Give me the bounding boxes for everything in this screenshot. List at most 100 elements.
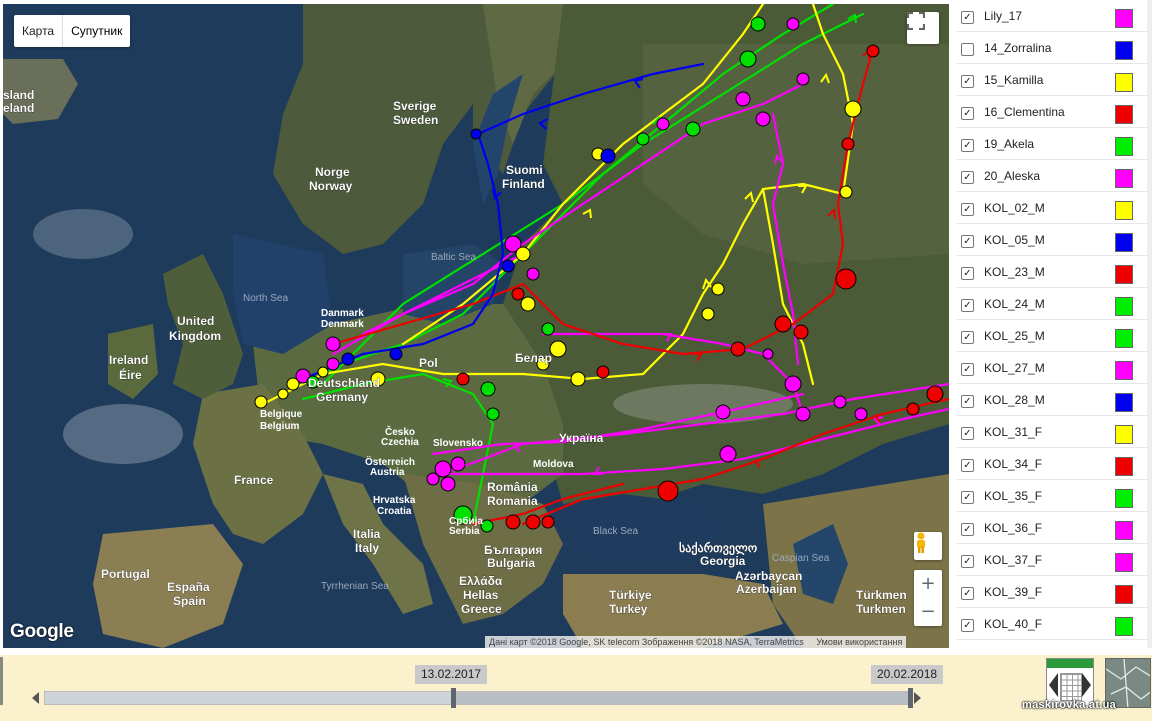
terms-link[interactable]: Умови використання <box>816 637 902 647</box>
svg-text:Azərbaycan: Azərbaycan <box>735 569 802 583</box>
legend-checkbox[interactable]: ✓ <box>961 523 974 536</box>
timeline-right-arrow-icon[interactable] <box>914 692 921 704</box>
svg-text:Україна: Україна <box>559 431 604 445</box>
legend-row[interactable]: ✓ KOL_23_M <box>957 256 1147 288</box>
legend-panel: ✓ Lily_17 14_Zorralina ✓ 15_Kamilla ✓ 16_Cleme… <box>957 0 1147 648</box>
legend-checkbox[interactable]: ✓ <box>961 363 974 376</box>
legend-row[interactable]: ✓ KOL_36_F <box>957 512 1147 544</box>
legend-row[interactable]: ✓ KOL_02_M <box>957 192 1147 224</box>
svg-text:Italy: Italy <box>355 541 379 555</box>
legend-label: KOL_05_M <box>984 233 1045 247</box>
svg-text:Austria: Austria <box>370 467 405 478</box>
svg-text:Sverige: Sverige <box>393 99 437 113</box>
legend-scrollbar[interactable] <box>1147 0 1152 648</box>
zoom-out-button[interactable]: − <box>914 598 942 626</box>
legend-row[interactable]: ✓ 16_Clementina <box>957 96 1147 128</box>
svg-text:Belgium: Belgium <box>260 421 300 432</box>
legend-checkbox[interactable]: ✓ <box>961 235 974 248</box>
legend-checkbox[interactable]: ✓ <box>961 395 974 408</box>
street-view-pegman-button[interactable] <box>914 532 942 560</box>
legend-label: KOL_36_F <box>984 521 1043 535</box>
legend-row[interactable]: ✓ KOL_34_F <box>957 448 1147 480</box>
svg-text:Romania: Romania <box>487 494 538 508</box>
map-type-map-button[interactable]: Карта <box>14 15 62 47</box>
legend-checkbox[interactable]: ✓ <box>961 139 974 152</box>
map-view[interactable]: sland eland Sverige Sweden Norge Norway … <box>3 4 949 648</box>
legend-row[interactable]: ✓ KOL_40_F <box>957 608 1147 640</box>
svg-text:Portugal: Portugal <box>101 567 150 581</box>
legend-checkbox[interactable]: ✓ <box>961 11 974 24</box>
calendar-next-icon <box>1082 673 1091 697</box>
svg-text:Deutschland: Deutschland <box>308 376 380 390</box>
left-edge-handle <box>0 657 3 705</box>
legend-row[interactable]: ✓ 19_Akela <box>957 128 1147 160</box>
svg-text:Italia: Italia <box>353 527 381 541</box>
svg-text:Hrvatska: Hrvatska <box>373 495 416 506</box>
timeline-start-handle[interactable] <box>451 688 456 708</box>
svg-text:Türkiye: Türkiye <box>609 588 652 602</box>
legend-label: KOL_28_M <box>984 393 1045 407</box>
legend-checkbox[interactable]: ✓ <box>961 171 974 184</box>
legend-color-swatch <box>1115 233 1133 252</box>
legend-color-swatch <box>1115 297 1133 316</box>
map-type-satellite-button[interactable]: Супутник <box>62 15 130 47</box>
legend-label: Lily_17 <box>984 9 1023 23</box>
timeline-selected-range[interactable] <box>455 692 910 704</box>
legend-color-swatch <box>1115 169 1133 188</box>
legend-row[interactable]: 14_Zorralina <box>957 32 1147 64</box>
legend-row[interactable]: ✓ Lily_17 <box>957 0 1147 32</box>
legend-checkbox[interactable]: ✓ <box>961 75 974 88</box>
legend-checkbox[interactable]: ✓ <box>961 587 974 600</box>
legend-checkbox[interactable]: ✓ <box>961 459 974 472</box>
legend-row[interactable]: ✓ 15_Kamilla <box>957 64 1147 96</box>
legend-checkbox[interactable]: ✓ <box>961 555 974 568</box>
legend-color-swatch <box>1115 329 1133 348</box>
zoom-in-button[interactable]: + <box>914 570 942 598</box>
timeline-end-handle[interactable] <box>908 688 913 708</box>
legend-row[interactable]: ✓ KOL_05_M <box>957 224 1147 256</box>
calendar-prev-icon <box>1049 673 1058 697</box>
legend-row[interactable]: ✓ KOL_27_M <box>957 352 1147 384</box>
legend-checkbox[interactable]: ✓ <box>961 107 974 120</box>
svg-text:Germany: Germany <box>316 390 368 404</box>
legend-checkbox[interactable]: ✓ <box>961 427 974 440</box>
legend-row[interactable]: ✓ KOL_28_M <box>957 384 1147 416</box>
legend-checkbox[interactable]: ✓ <box>961 203 974 216</box>
legend-checkbox[interactable]: ✓ <box>961 331 974 344</box>
legend-row[interactable]: ✓ KOL_35_F <box>957 480 1147 512</box>
legend-checkbox[interactable]: ✓ <box>961 299 974 312</box>
legend-row[interactable]: ✓ KOL_39_F <box>957 576 1147 608</box>
svg-text:România: România <box>487 480 538 494</box>
zoom-control: + − <box>914 570 942 626</box>
timeline-left-arrow-icon[interactable] <box>32 692 39 704</box>
svg-text:Slovensko: Slovensko <box>433 438 483 449</box>
legend-label: 15_Kamilla <box>984 73 1044 87</box>
legend-label: KOL_24_M <box>984 297 1045 311</box>
map-attribution: Дані карт ©2018 Google, SK telecom Зобра… <box>485 636 907 648</box>
legend-color-swatch <box>1115 425 1133 444</box>
svg-text:Tyrrhenian Sea: Tyrrhenian Sea <box>321 581 389 592</box>
legend-color-swatch <box>1115 105 1133 124</box>
legend-checkbox[interactable] <box>961 43 974 56</box>
legend-checkbox[interactable]: ✓ <box>961 267 974 280</box>
legend-label: KOL_25_M <box>984 329 1045 343</box>
legend-row[interactable]: ✓ KOL_37_F <box>957 544 1147 576</box>
legend-row[interactable]: ✓ 20_Aleska <box>957 160 1147 192</box>
legend-checkbox[interactable]: ✓ <box>961 619 974 632</box>
svg-text:Pol: Pol <box>419 356 438 370</box>
legend-row[interactable]: ✓ <box>957 640 1147 648</box>
legend-color-swatch <box>1115 137 1133 156</box>
legend-row[interactable]: ✓ KOL_25_M <box>957 320 1147 352</box>
fullscreen-button[interactable] <box>907 12 939 44</box>
svg-text:Caspian Sea: Caspian Sea <box>772 553 830 564</box>
svg-text:Croatia: Croatia <box>377 506 412 517</box>
svg-text:Turkmen: Turkmen <box>856 602 906 616</box>
svg-text:Ελλάδα: Ελλάδα <box>459 574 503 588</box>
legend-row[interactable]: ✓ KOL_24_M <box>957 288 1147 320</box>
legend-row[interactable]: ✓ KOL_31_F <box>957 416 1147 448</box>
legend-checkbox[interactable]: ✓ <box>961 491 974 504</box>
svg-text:Ireland: Ireland <box>109 353 148 367</box>
watermark: maskirovka.at.ua <box>1022 699 1117 711</box>
legend-color-swatch <box>1115 265 1133 284</box>
svg-text:Greece: Greece <box>461 602 502 616</box>
